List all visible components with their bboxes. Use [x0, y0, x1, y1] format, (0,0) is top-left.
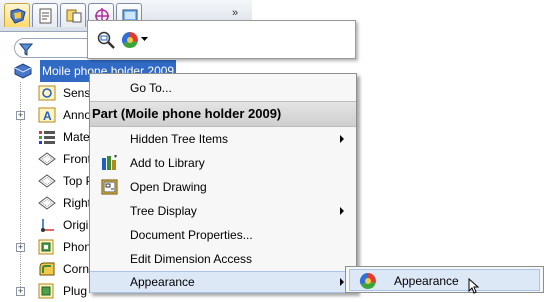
menu-item-label: Add to Library [130, 156, 205, 170]
expand-icon[interactable]: + [16, 243, 25, 252]
plane-icon [38, 152, 56, 166]
featuremanager-tab[interactable] [4, 3, 30, 27]
expand-icon[interactable]: + [16, 111, 25, 120]
tree-item-top-plane[interactable]: Top Plane [0, 170, 116, 192]
tree-item-origin[interactable]: Origin [0, 214, 100, 236]
menu-item-label: Document Properties... [130, 228, 253, 242]
context-toolbar [87, 20, 356, 59]
tree-item-phone[interactable]: + Phone [0, 236, 100, 258]
plane-icon [38, 174, 56, 188]
submenu-arrow-icon [340, 278, 344, 286]
dropdown-arrow-icon[interactable] [141, 37, 148, 42]
sensor-icon [38, 85, 56, 101]
menu-item-label: Appearance [130, 275, 195, 289]
tree-item-front-plane[interactable]: Front Plane [0, 148, 125, 170]
feature-icon [38, 283, 54, 299]
tree-item-plug[interactable]: + Plug [0, 280, 100, 302]
tree-item-annotations[interactable]: + A Annotations [0, 104, 126, 126]
appearance-icon[interactable] [120, 30, 140, 50]
annotations-icon: A [38, 107, 56, 123]
mouse-cursor-icon [468, 278, 480, 294]
menu-item-edit-dimension-access[interactable]: Edit Dimension Access [90, 247, 356, 271]
menu-item-label: Open Drawing [130, 180, 207, 194]
tree-item-right-plane[interactable]: Right Plane [0, 192, 125, 214]
menu-header-label: Part (Moile phone holder 2009) [92, 106, 282, 121]
menu-item-label: Go To... [130, 81, 172, 95]
menu-item-open-drawing[interactable]: Open Drawing [90, 175, 356, 199]
propertymanager-icon [39, 8, 52, 24]
menu-item-go-to[interactable]: Go To... [90, 76, 356, 100]
menu-item-label: Edit Dimension Access [130, 252, 253, 266]
appearance-icon [359, 272, 376, 289]
origin-icon [41, 219, 54, 232]
filter-icon [19, 43, 33, 56]
expand-icon[interactable]: + [16, 287, 25, 296]
menu-item-label: Hidden Tree Items [130, 132, 229, 146]
plane-icon [38, 196, 56, 210]
context-menu: Go To... Part (Moile phone holder 2009) … [89, 73, 357, 293]
fillet-icon [39, 262, 55, 276]
propertymanager-tab[interactable] [32, 3, 58, 27]
tree-item-material[interactable]: Material [0, 126, 106, 148]
menu-item-add-to-library[interactable]: Add to Library [90, 151, 356, 175]
add-to-library-icon [102, 155, 117, 170]
tree-item-label: Plug [63, 284, 88, 298]
tree-item-sensors[interactable]: Sensors [0, 82, 107, 104]
submenu-item-label: Appearance [394, 274, 459, 288]
part-icon [14, 63, 32, 79]
menu-item-label: Tree Display [130, 204, 197, 218]
svg-text:A: A [43, 109, 52, 123]
tab-overflow-icon[interactable]: » [232, 7, 238, 19]
appearance-submenu: Appearance [345, 266, 544, 293]
configuration-icon [66, 9, 82, 23]
menu-header: Part (Moile phone holder 2009) [90, 101, 356, 127]
submenu-arrow-icon [340, 207, 344, 215]
zoom-to-selection-icon[interactable] [96, 30, 116, 50]
feature-icon [38, 239, 54, 255]
menu-item-hidden-tree-items[interactable]: Hidden Tree Items [90, 127, 356, 151]
material-icon [39, 131, 55, 144]
submenu-arrow-icon [340, 135, 344, 143]
configurationmanager-tab[interactable] [60, 3, 86, 27]
submenu-item-appearance[interactable]: Appearance [349, 269, 540, 291]
featuremanager-icon [10, 8, 26, 24]
menu-item-tree-display[interactable]: Tree Display [90, 199, 356, 223]
menu-item-appearance[interactable]: Appearance [90, 271, 356, 293]
menu-item-document-properties[interactable]: Document Properties... [90, 223, 356, 247]
tree-item-corner[interactable]: Corner [0, 258, 100, 280]
drawing-icon [101, 179, 118, 195]
